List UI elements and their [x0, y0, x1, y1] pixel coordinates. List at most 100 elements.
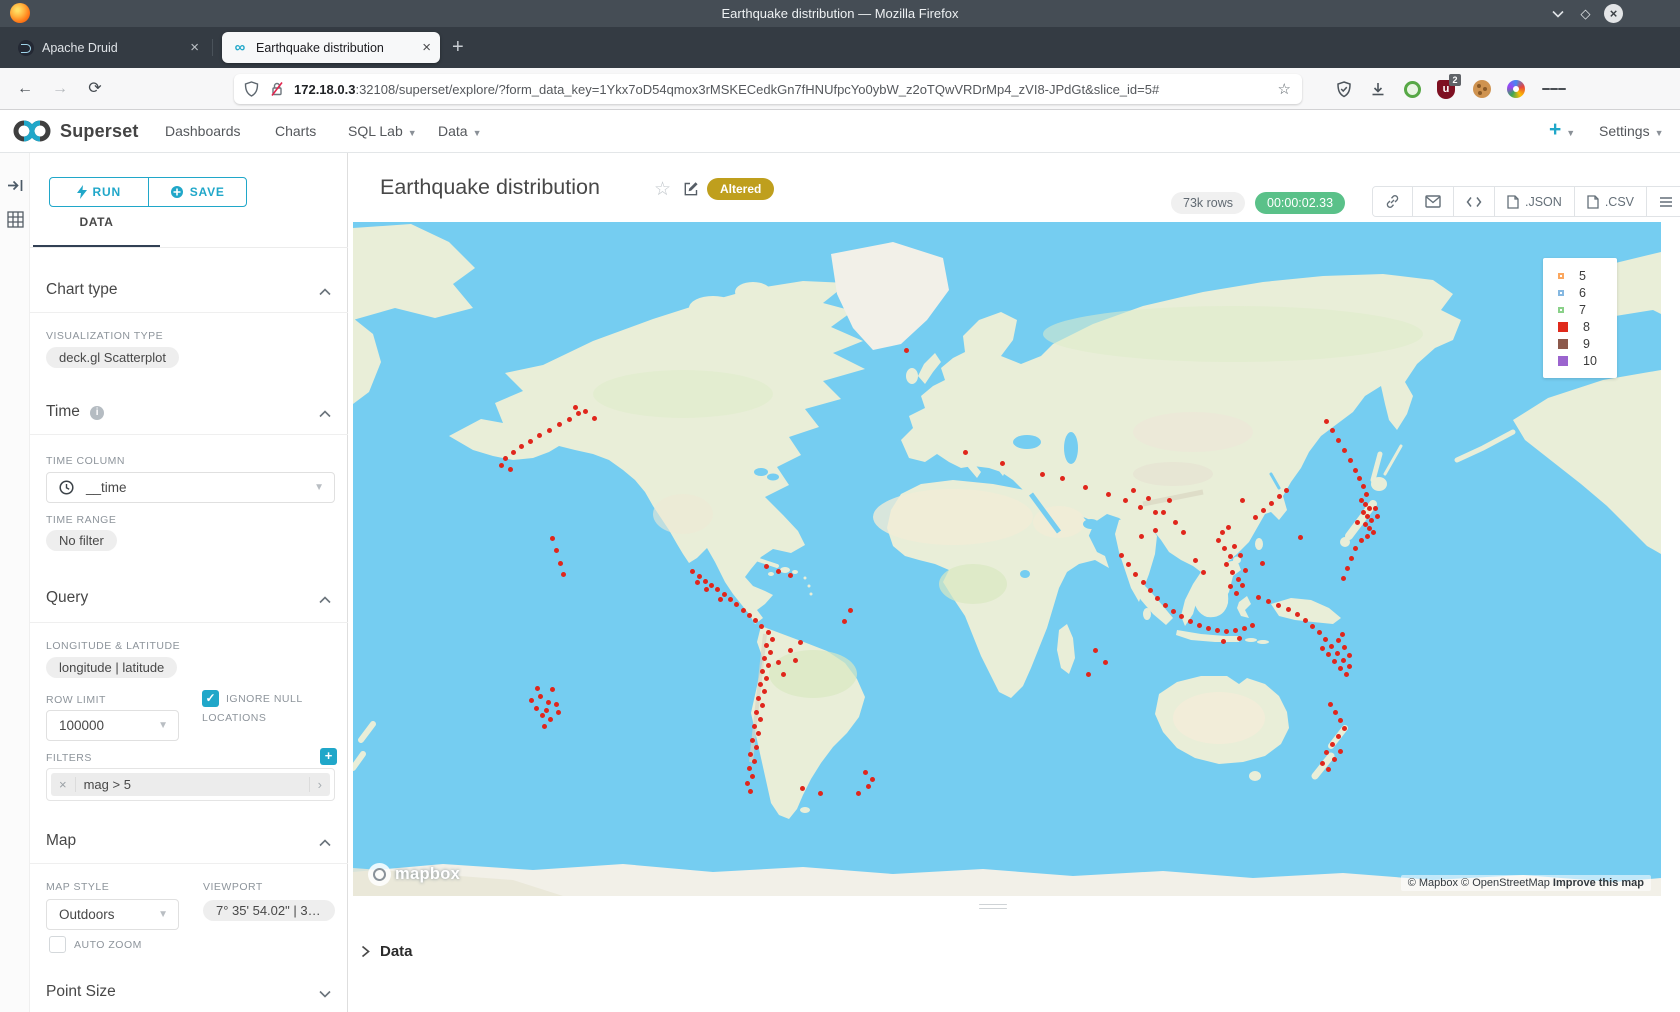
expand-panel-icon[interactable]: [7, 178, 24, 198]
nav-data[interactable]: Data▼: [438, 110, 482, 152]
nav-charts[interactable]: Charts: [275, 110, 316, 152]
section-point-size[interactable]: Point Size: [46, 983, 116, 1001]
earthquake-point: [1347, 664, 1352, 669]
filter-value[interactable]: mag > 5: [84, 777, 309, 792]
earthquake-point: [538, 694, 543, 699]
back-button[interactable]: ←: [12, 76, 38, 102]
map-style-select[interactable]: Outdoors ▼: [46, 899, 179, 930]
superset-brand[interactable]: Superset: [12, 118, 139, 144]
url-field[interactable]: 172.18.0.3:32108/superset/explore/?form_…: [234, 74, 1302, 104]
nav-settings[interactable]: Settings▼: [1599, 110, 1664, 152]
chevron-up-icon[interactable]: [319, 286, 331, 298]
row-limit-select[interactable]: 100000 ▼: [46, 710, 179, 741]
resize-handle[interactable]: [979, 901, 1007, 912]
time-column-select[interactable]: __time ▼: [46, 472, 335, 503]
map-attribution: © Mapbox © OpenStreetMap Improve this ma…: [1401, 875, 1651, 891]
mapbox-logo[interactable]: mapbox: [368, 863, 460, 886]
email-button[interactable]: [1413, 187, 1454, 216]
reload-button[interactable]: ⟳: [82, 76, 108, 102]
section-query[interactable]: Query: [46, 589, 88, 607]
cookie-extension-icon[interactable]: [1470, 77, 1494, 101]
embed-code-button[interactable]: [1454, 187, 1495, 216]
earthquake-point: [703, 579, 708, 584]
improve-map-link[interactable]: Improve this map: [1553, 877, 1644, 889]
viewport-value[interactable]: 7° 35' 54.02" | 31…: [203, 900, 335, 921]
section-time[interactable]: Time i: [46, 403, 104, 421]
chevron-down-icon[interactable]: [319, 988, 331, 1000]
minimize-button[interactable]: [1548, 4, 1567, 23]
edit-properties-icon[interactable]: [683, 181, 699, 202]
export-csv-button[interactable]: .CSV: [1575, 187, 1647, 216]
menu-icon[interactable]: [1542, 77, 1566, 101]
earthquake-point: [793, 658, 798, 663]
downloads-icon[interactable]: [1366, 77, 1390, 101]
auto-zoom-checkbox[interactable]: [49, 936, 66, 953]
legend-swatch: [1558, 356, 1568, 366]
add-filter-button[interactable]: +: [320, 748, 337, 765]
pinwheel-extension-icon[interactable]: [1504, 77, 1528, 101]
tab-data[interactable]: DATA: [33, 215, 160, 229]
earthquake-point: [1236, 577, 1241, 582]
section-map[interactable]: Map: [46, 832, 76, 850]
earthquake-point: [556, 710, 561, 715]
close-button[interactable]: ×: [1604, 4, 1623, 23]
bookmark-star-icon[interactable]: ☆: [1267, 80, 1302, 98]
maximize-button[interactable]: ◇: [1576, 4, 1595, 23]
earthquake-point: [1310, 624, 1315, 629]
earthquake-point: [1353, 546, 1358, 551]
copy-link-button[interactable]: [1373, 187, 1413, 216]
tab-apache-druid[interactable]: Apache Druid ×: [8, 32, 208, 63]
pocket-shield-icon[interactable]: [1332, 77, 1356, 101]
earthquake-point: [848, 608, 853, 613]
filter-expand-icon[interactable]: ›: [309, 777, 330, 792]
remove-filter-icon[interactable]: ×: [51, 777, 76, 792]
filter-box[interactable]: × mag > 5 ›: [46, 768, 335, 801]
url-text[interactable]: 172.18.0.3:32108/superset/explore/?form_…: [294, 82, 1267, 97]
earthquake-point: [770, 637, 775, 642]
tab-close-icon[interactable]: ×: [184, 39, 208, 56]
earthquake-point: [573, 405, 578, 410]
altered-badge[interactable]: Altered: [707, 178, 774, 200]
chevron-up-icon[interactable]: [319, 408, 331, 420]
run-button[interactable]: RUN: [50, 178, 149, 206]
earthquake-point: [1373, 506, 1378, 511]
chart-menu-button[interactable]: [1647, 187, 1680, 216]
earthquake-point: [1342, 726, 1347, 731]
url-toolbar: ← → ⟳ 172.18.0.3:32108/superset/explore/…: [0, 68, 1680, 110]
chevron-up-icon[interactable]: [319, 594, 331, 606]
earthquake-point: [1093, 648, 1098, 653]
favorite-star-icon[interactable]: ☆: [654, 178, 671, 201]
earthquake-point: [1000, 461, 1005, 466]
dataset-grid-icon[interactable]: [7, 211, 24, 233]
lonlat-value[interactable]: longitude | latitude: [46, 657, 177, 678]
data-panel-toggle[interactable]: Data: [361, 943, 413, 960]
nav-dashboards[interactable]: Dashboards: [165, 110, 241, 152]
time-column-label: TIME COLUMN: [46, 455, 125, 467]
earthquake-point: [1228, 584, 1233, 589]
forward-button[interactable]: →: [47, 76, 73, 102]
export-json-button[interactable]: .JSON: [1495, 187, 1575, 216]
save-button[interactable]: SAVE: [149, 178, 247, 206]
section-chart-type[interactable]: Chart type: [46, 281, 118, 299]
earthquake-point: [1234, 591, 1239, 596]
extension-green-icon[interactable]: [1400, 77, 1424, 101]
nav-add-button[interactable]: +▼: [1549, 110, 1575, 152]
earthquake-point: [1317, 630, 1322, 635]
chevron-up-icon[interactable]: [319, 837, 331, 849]
ignore-null-checkbox[interactable]: ✓: [202, 690, 219, 707]
nav-sql-lab[interactable]: SQL Lab▼: [348, 110, 417, 152]
tab-earthquake-distribution[interactable]: ∞ Earthquake distribution ×: [222, 32, 440, 63]
tracking-shield-icon[interactable]: [244, 81, 259, 97]
earthquake-point: [1146, 496, 1151, 501]
earthquake-point: [1153, 510, 1158, 515]
time-range-value[interactable]: No filter: [46, 530, 117, 551]
insecure-lock-icon[interactable]: [269, 81, 285, 97]
tab-close-icon[interactable]: ×: [416, 39, 440, 56]
viz-type-value[interactable]: deck.gl Scatterplot: [46, 347, 179, 368]
attribution-text[interactable]: © Mapbox © OpenStreetMap: [1408, 877, 1550, 889]
earthquake-point: [544, 708, 549, 713]
deckgl-map[interactable]: 5678910 mapbox © Mapbox © OpenStreetMap …: [353, 222, 1661, 896]
new-tab-button[interactable]: +: [452, 35, 464, 59]
ublock-icon[interactable]: u2: [1434, 77, 1458, 101]
earthquake-point: [1237, 636, 1242, 641]
